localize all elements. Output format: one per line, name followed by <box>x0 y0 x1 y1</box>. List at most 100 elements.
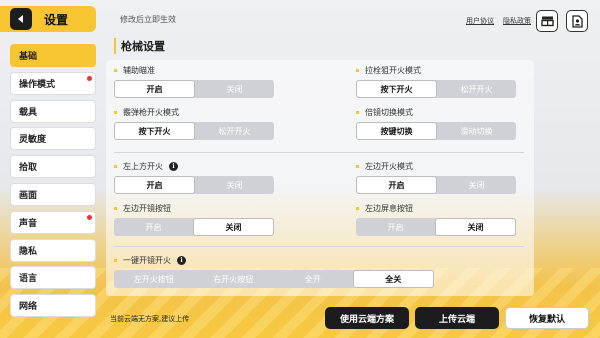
setting-label: 倍镜切换模式 <box>365 107 413 117</box>
sidebar-item-label: 声音 <box>19 218 38 229</box>
settings-content[interactable]: 辅助瞄准 开启 关闭 拉栓狙开火模式 按下开火 松开开火 霰弹枪开火模式 按下开… <box>106 60 534 296</box>
option-left-fire-button[interactable]: 左开火按钮 <box>114 270 194 288</box>
toggle-group: 左开火按钮 右开火按钮 全开 全关 <box>114 270 434 288</box>
setting-scope-switch: 倍镜切换模式 按键切换 滑动切换 <box>356 106 516 140</box>
setting-label: 霰弹枪开火模式 <box>123 107 179 117</box>
option-release-fire[interactable]: 松开开火 <box>437 80 516 98</box>
apply-hint: 修改后立即生效 <box>120 15 176 24</box>
toggle-group: 开启 关闭 <box>114 218 274 236</box>
bullet-marker <box>114 164 117 168</box>
setting-label: 一键开镜开火 <box>123 255 171 265</box>
setting-shotgun-fire: 霰弹枪开火模式 按下开火 松开开火 <box>114 106 274 140</box>
sidebar-item-basic[interactable]: 基础 <box>10 44 96 67</box>
setting-label-row: 左上方开火 i <box>114 160 274 172</box>
user-agreement-link[interactable]: 用户协议 <box>466 16 494 26</box>
toggle-group: 开启 关闭 <box>356 176 516 194</box>
sidebar-item-label: 基础 <box>19 52 38 62</box>
page-title: 设置 <box>44 12 69 27</box>
bullet-marker <box>114 206 117 210</box>
setting-label-row: 拉栓狙开火模式 <box>356 64 516 76</box>
setting-label: 左上方开火 <box>123 161 163 171</box>
section-title: 枪械设置 <box>114 38 165 54</box>
settings-panel: 枪械设置 辅助瞄准 开启 关闭 拉栓狙开火模式 按下开火 松开开火 霰弹枪开火模… <box>106 30 534 296</box>
setting-one-key-scope-fire: 一键开镜开火 i 左开火按钮 右开火按钮 全开 全关 <box>114 254 434 288</box>
option-right-fire-button[interactable]: 右开火按钮 <box>194 270 274 288</box>
toggle-group: 按下开火 松开开火 <box>114 122 274 140</box>
sidebar-item-language[interactable]: 语言 <box>10 266 96 290</box>
setting-label: 左边屏息按钮 <box>365 203 413 213</box>
user-settings-icon <box>571 14 583 28</box>
option-on[interactable]: 开启 <box>356 218 435 236</box>
toggle-group: 开启 关闭 <box>356 218 516 236</box>
setting-label-row: 一键开镜开火 i <box>114 254 434 266</box>
sidebar-item-label: 网络 <box>19 302 38 313</box>
setting-bolt-sniper-fire: 拉栓狙开火模式 按下开火 松开开火 <box>356 64 516 98</box>
setting-label-row: 霰弹枪开火模式 <box>114 106 274 118</box>
bullet-marker <box>114 110 117 114</box>
setting-label-row: 左边开火模式 <box>356 160 516 172</box>
option-button-switch[interactable]: 按键切换 <box>356 122 437 140</box>
option-on[interactable]: 开启 <box>114 176 195 194</box>
toggle-group: 按下开火 松开开火 <box>356 80 516 98</box>
setting-label: 左边开镜按钮 <box>123 203 171 213</box>
sidebar-item-graphics[interactable]: 画面 <box>10 182 96 206</box>
sidebar-item-pickup[interactable]: 拾取 <box>10 155 96 179</box>
option-all-on[interactable]: 全开 <box>273 270 353 288</box>
sidebar-item-label: 画面 <box>19 190 38 201</box>
title-chip: 设置 <box>0 6 96 32</box>
ticket-button[interactable] <box>536 10 558 32</box>
sidebar-item-label: 隐私 <box>19 246 38 257</box>
notification-dot <box>87 75 92 81</box>
option-off[interactable]: 关闭 <box>193 218 274 236</box>
option-swipe-switch[interactable]: 滑动切换 <box>437 122 516 140</box>
sidebar-item-privacy[interactable]: 隐私 <box>10 238 96 262</box>
setting-label: 拉栓狙开火模式 <box>365 65 421 75</box>
sidebar-item-sound[interactable]: 声音 <box>10 210 96 234</box>
bullet-marker <box>114 258 117 262</box>
policy-links: 用户协议 隐私政策 <box>466 16 531 26</box>
setting-label-row: 左边开镜按钮 <box>114 202 274 214</box>
sidebar-item-network[interactable]: 网络 <box>10 294 96 318</box>
use-cloud-button[interactable]: 使用云端方案 <box>325 307 409 329</box>
option-on[interactable]: 开启 <box>356 176 437 194</box>
info-icon[interactable]: i <box>177 255 186 265</box>
option-release-fire[interactable]: 松开开火 <box>195 122 274 140</box>
sidebar: 基础 操作模式 载具 灵敏度 拾取 画面 声音 隐私 语言 网络 <box>10 44 96 322</box>
setting-left-hold-breath: 左边屏息按钮 开启 关闭 <box>356 202 516 236</box>
setting-aim-assist: 辅助瞄准 开启 关闭 <box>114 64 274 98</box>
option-off[interactable]: 关闭 <box>195 176 274 194</box>
upload-cloud-button[interactable]: 上传云端 <box>415 307 499 329</box>
sidebar-item-label: 操作模式 <box>19 79 56 90</box>
option-all-off[interactable]: 全关 <box>352 270 434 288</box>
sidebar-item-sensitivity[interactable]: 灵敏度 <box>10 127 96 151</box>
profile-settings-button[interactable] <box>566 10 588 32</box>
privacy-policy-link[interactable]: 隐私政策 <box>503 16 531 26</box>
notification-dot <box>87 214 92 220</box>
bullet-marker <box>114 68 117 72</box>
ticket-icon <box>540 16 554 27</box>
divider <box>114 152 524 153</box>
back-button[interactable] <box>10 8 32 30</box>
option-on[interactable]: 开启 <box>114 218 193 236</box>
bullet-marker <box>356 68 359 72</box>
toggle-group: 开启 关闭 <box>114 80 274 98</box>
option-off[interactable]: 关闭 <box>437 176 516 194</box>
cloud-hint: 当前云端无方案,建议上传 <box>110 315 190 323</box>
option-on[interactable]: 开启 <box>114 80 195 98</box>
sidebar-item-label: 语言 <box>19 274 38 285</box>
restore-default-button[interactable]: 恢复默认 <box>505 307 589 329</box>
setting-left-fire-mode: 左边开火模式 开启 关闭 <box>356 160 516 194</box>
option-off[interactable]: 关闭 <box>195 80 274 98</box>
setting-label: 辅助瞄准 <box>123 65 155 75</box>
setting-label-row: 辅助瞄准 <box>114 64 274 76</box>
sidebar-item-label: 拾取 <box>19 163 38 174</box>
info-icon[interactable]: i <box>169 161 178 171</box>
option-press-fire[interactable]: 按下开火 <box>114 122 195 140</box>
setting-left-scope-button: 左边开镜按钮 开启 关闭 <box>114 202 274 236</box>
bullet-marker <box>356 110 359 114</box>
sidebar-item-control-mode[interactable]: 操作模式 <box>10 71 96 95</box>
sidebar-item-vehicle[interactable]: 载具 <box>10 99 96 123</box>
option-press-fire[interactable]: 按下开火 <box>356 80 437 98</box>
toggle-group: 开启 关闭 <box>114 176 274 194</box>
option-off[interactable]: 关闭 <box>435 218 516 236</box>
